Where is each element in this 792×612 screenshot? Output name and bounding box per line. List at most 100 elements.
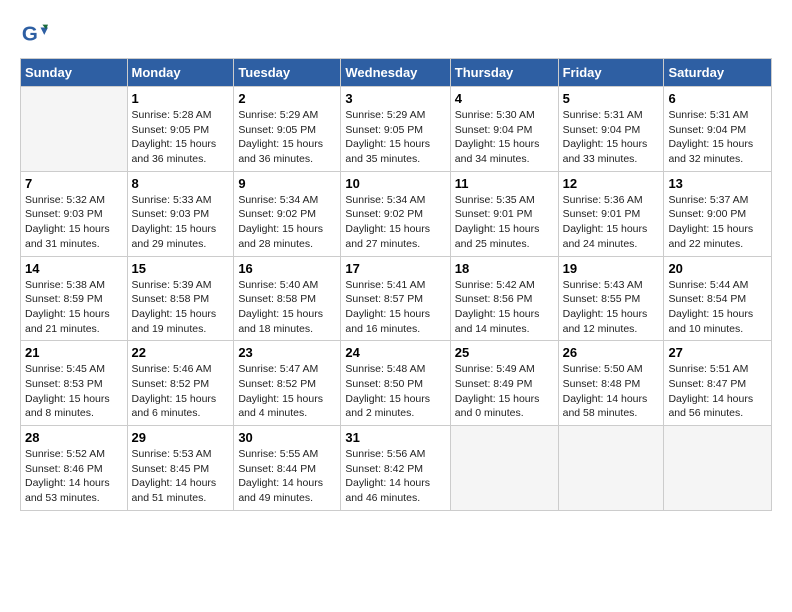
day-number: 15 (132, 261, 230, 276)
calendar-cell: 11Sunrise: 5:35 AM Sunset: 9:01 PM Dayli… (450, 171, 558, 256)
calendar-cell: 8 Sunrise: 5:33 AM Sunset: 9:03 PM Daylig… (127, 171, 234, 256)
calendar-cell: 10Sunrise: 5:34 AM Sunset: 9:02 PM Dayli… (341, 171, 450, 256)
calendar-cell: 30 Sunrise: 5:55 AM Sunset: 8:44 PM Dayli… (234, 426, 341, 511)
calendar-cell: 31 Sunrise: 5:56 AM Sunset: 8:42 PM Dayli… (341, 426, 450, 511)
week-row-4: 21 Sunrise: 5:45 AM Sunset: 8:53 PM Dayli… (21, 341, 772, 426)
day-info: Sunrise: 5:41 AM Sunset: 8:57 PM Dayligh… (345, 278, 445, 337)
day-info: Sunrise: 5:35 AM Sunset: 9:01 PM Dayligh… (455, 193, 554, 252)
calendar-cell: 14 Sunrise: 5:38 AM Sunset: 8:59 PM Dayli… (21, 256, 128, 341)
day-info: Sunrise: 5:51 AM Sunset: 8:47 PM Dayligh… (668, 362, 767, 421)
header-saturday: Saturday (664, 59, 772, 87)
header-sunday: Sunday (21, 59, 128, 87)
week-row-2: 7 Sunrise: 5:32 AM Sunset: 9:03 PM Daylig… (21, 171, 772, 256)
day-number: 16 (238, 261, 336, 276)
day-info: Sunrise: 5:55 AM Sunset: 8:44 PM Dayligh… (238, 447, 336, 506)
day-info: Sunrise: 5:30 AM Sunset: 9:04 PM Dayligh… (455, 108, 554, 167)
day-info: Sunrise: 5:38 AM Sunset: 8:59 PM Dayligh… (25, 278, 123, 337)
day-info: Sunrise: 5:31 AM Sunset: 9:04 PM Dayligh… (563, 108, 660, 167)
day-number: 24 (345, 345, 445, 360)
calendar-cell: 20 Sunrise: 5:44 AM Sunset: 8:54 PM Dayli… (664, 256, 772, 341)
calendar-header-row: SundayMondayTuesdayWednesdayThursdayFrid… (21, 59, 772, 87)
calendar-table: SundayMondayTuesdayWednesdayThursdayFrid… (20, 58, 772, 511)
calendar-cell (558, 426, 664, 511)
day-info: Sunrise: 5:28 AM Sunset: 9:05 PM Dayligh… (132, 108, 230, 167)
calendar-cell (664, 426, 772, 511)
calendar-cell: 25Sunrise: 5:49 AM Sunset: 8:49 PM Dayli… (450, 341, 558, 426)
logo-icon: G (20, 20, 48, 48)
day-info: Sunrise: 5:45 AM Sunset: 8:53 PM Dayligh… (25, 362, 123, 421)
day-number: 28 (25, 430, 123, 445)
day-number: 5 (563, 91, 660, 106)
day-info: Sunrise: 5:29 AM Sunset: 9:05 PM Dayligh… (238, 108, 336, 167)
calendar-cell: 24 Sunrise: 5:48 AM Sunset: 8:50 PM Dayli… (341, 341, 450, 426)
day-number: 3 (345, 91, 445, 106)
calendar-cell: 28Sunrise: 5:52 AM Sunset: 8:46 PM Dayli… (21, 426, 128, 511)
calendar-cell (450, 426, 558, 511)
calendar-cell: 16 Sunrise: 5:40 AM Sunset: 8:58 PM Dayli… (234, 256, 341, 341)
day-number: 4 (455, 91, 554, 106)
day-number: 19 (563, 261, 660, 276)
day-info: Sunrise: 5:34 AM Sunset: 9:02 PM Dayligh… (345, 193, 445, 252)
day-number: 6 (668, 91, 767, 106)
header-thursday: Thursday (450, 59, 558, 87)
day-info: Sunrise: 5:29 AM Sunset: 9:05 PM Dayligh… (345, 108, 445, 167)
calendar-cell: 12 Sunrise: 5:36 AM Sunset: 9:01 PM Dayli… (558, 171, 664, 256)
day-number: 29 (132, 430, 230, 445)
day-number: 12 (563, 176, 660, 191)
day-number: 1 (132, 91, 230, 106)
week-row-1: 1 Sunrise: 5:28 AM Sunset: 9:05 PM Daylig… (21, 87, 772, 172)
day-number: 2 (238, 91, 336, 106)
calendar-cell: 15Sunrise: 5:39 AM Sunset: 8:58 PM Dayli… (127, 256, 234, 341)
calendar-cell (21, 87, 128, 172)
week-row-5: 28Sunrise: 5:52 AM Sunset: 8:46 PM Dayli… (21, 426, 772, 511)
day-number: 27 (668, 345, 767, 360)
day-info: Sunrise: 5:34 AM Sunset: 9:02 PM Dayligh… (238, 193, 336, 252)
day-info: Sunrise: 5:50 AM Sunset: 8:48 PM Dayligh… (563, 362, 660, 421)
day-number: 9 (238, 176, 336, 191)
day-info: Sunrise: 5:46 AM Sunset: 8:52 PM Dayligh… (132, 362, 230, 421)
day-number: 20 (668, 261, 767, 276)
day-number: 13 (668, 176, 767, 191)
calendar-cell: 21 Sunrise: 5:45 AM Sunset: 8:53 PM Dayli… (21, 341, 128, 426)
calendar-cell: 23 Sunrise: 5:47 AM Sunset: 8:52 PM Dayli… (234, 341, 341, 426)
week-row-3: 14 Sunrise: 5:38 AM Sunset: 8:59 PM Dayli… (21, 256, 772, 341)
calendar-cell: 17Sunrise: 5:41 AM Sunset: 8:57 PM Dayli… (341, 256, 450, 341)
logo: G (20, 20, 52, 48)
day-number: 7 (25, 176, 123, 191)
calendar-cell: 19Sunrise: 5:43 AM Sunset: 8:55 PM Dayli… (558, 256, 664, 341)
day-number: 8 (132, 176, 230, 191)
day-info: Sunrise: 5:36 AM Sunset: 9:01 PM Dayligh… (563, 193, 660, 252)
calendar-cell: 13Sunrise: 5:37 AM Sunset: 9:00 PM Dayli… (664, 171, 772, 256)
day-info: Sunrise: 5:40 AM Sunset: 8:58 PM Dayligh… (238, 278, 336, 337)
calendar-cell: 5 Sunrise: 5:31 AM Sunset: 9:04 PM Daylig… (558, 87, 664, 172)
calendar-cell: 29 Sunrise: 5:53 AM Sunset: 8:45 PM Dayli… (127, 426, 234, 511)
day-number: 18 (455, 261, 554, 276)
calendar-cell: 27 Sunrise: 5:51 AM Sunset: 8:47 PM Dayli… (664, 341, 772, 426)
header-tuesday: Tuesday (234, 59, 341, 87)
calendar-cell: 9 Sunrise: 5:34 AM Sunset: 9:02 PM Daylig… (234, 171, 341, 256)
calendar-cell: 1 Sunrise: 5:28 AM Sunset: 9:05 PM Daylig… (127, 87, 234, 172)
day-number: 23 (238, 345, 336, 360)
calendar-cell: 2 Sunrise: 5:29 AM Sunset: 9:05 PM Daylig… (234, 87, 341, 172)
day-number: 22 (132, 345, 230, 360)
day-info: Sunrise: 5:49 AM Sunset: 8:49 PM Dayligh… (455, 362, 554, 421)
day-number: 26 (563, 345, 660, 360)
day-info: Sunrise: 5:44 AM Sunset: 8:54 PM Dayligh… (668, 278, 767, 337)
day-info: Sunrise: 5:53 AM Sunset: 8:45 PM Dayligh… (132, 447, 230, 506)
calendar-cell: 3 Sunrise: 5:29 AM Sunset: 9:05 PM Daylig… (341, 87, 450, 172)
day-info: Sunrise: 5:32 AM Sunset: 9:03 PM Dayligh… (25, 193, 123, 252)
day-number: 31 (345, 430, 445, 445)
calendar-cell: 6 Sunrise: 5:31 AM Sunset: 9:04 PM Daylig… (664, 87, 772, 172)
day-info: Sunrise: 5:47 AM Sunset: 8:52 PM Dayligh… (238, 362, 336, 421)
day-number: 30 (238, 430, 336, 445)
day-info: Sunrise: 5:48 AM Sunset: 8:50 PM Dayligh… (345, 362, 445, 421)
day-number: 21 (25, 345, 123, 360)
day-info: Sunrise: 5:33 AM Sunset: 9:03 PM Dayligh… (132, 193, 230, 252)
day-info: Sunrise: 5:42 AM Sunset: 8:56 PM Dayligh… (455, 278, 554, 337)
day-number: 14 (25, 261, 123, 276)
calendar-cell: 7 Sunrise: 5:32 AM Sunset: 9:03 PM Daylig… (21, 171, 128, 256)
day-info: Sunrise: 5:56 AM Sunset: 8:42 PM Dayligh… (345, 447, 445, 506)
day-info: Sunrise: 5:31 AM Sunset: 9:04 PM Dayligh… (668, 108, 767, 167)
svg-text:G: G (22, 23, 38, 46)
calendar-cell: 18 Sunrise: 5:42 AM Sunset: 8:56 PM Dayli… (450, 256, 558, 341)
